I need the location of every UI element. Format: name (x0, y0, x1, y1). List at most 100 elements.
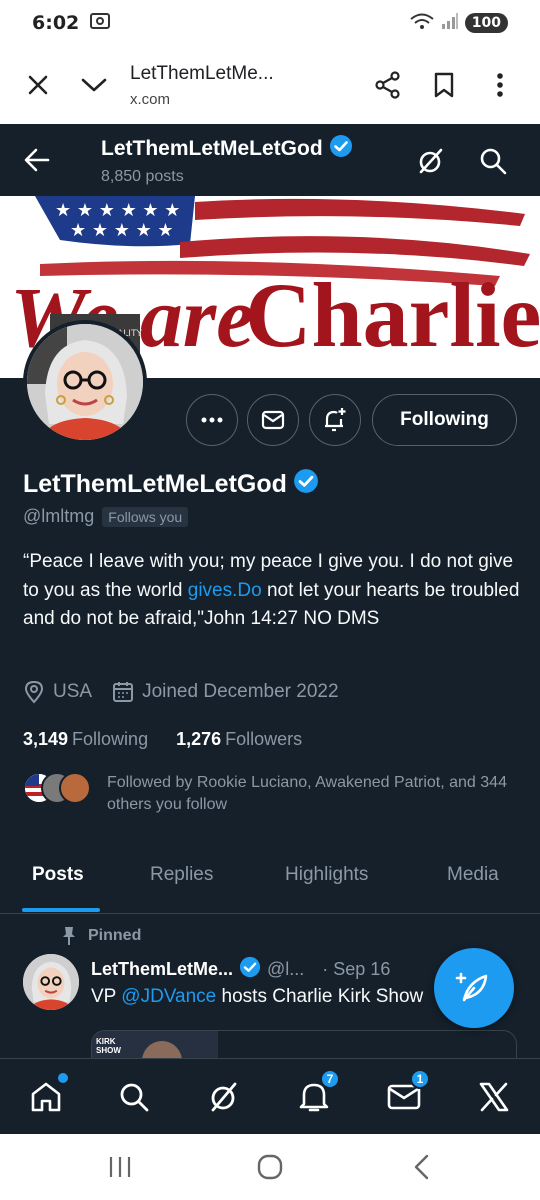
mutual-avatars (23, 772, 93, 806)
post-mention[interactable]: @JDVance (121, 986, 216, 1007)
following-button[interactable]: Following (372, 394, 517, 446)
followed-by-text: Followed by Rookie Luciano, Awakened Pat… (107, 774, 507, 813)
location-item: USA (23, 680, 92, 704)
profile-header: LetThemLetMeLetGod 8,850 posts (0, 124, 540, 196)
pinned-label: Pinned (88, 927, 142, 944)
following-count: 3,149 (23, 729, 69, 749)
header-title: LetThemLetMeLetGod (101, 134, 353, 164)
post-text[interactable]: VP @JDVance hosts Charlie Kirk Show (91, 986, 451, 1008)
compose-post-button[interactable] (434, 948, 514, 1028)
home-icon (31, 1082, 61, 1112)
browser-page-title: LetThemLetMe... (130, 62, 274, 84)
more-horizontal-icon (201, 417, 223, 423)
following-stat[interactable]: 3,149 Following (23, 729, 148, 750)
grok-icon (211, 1082, 237, 1112)
nav-grok[interactable] (202, 1075, 246, 1119)
pin-icon (63, 927, 75, 945)
profile-display-name: LetThemLetMeLetGod (23, 470, 287, 498)
handle-row: @lmltmg Follows you (23, 506, 189, 527)
banner-text-charlie: Charlie (245, 264, 540, 366)
post-text-start: VP (91, 986, 122, 1007)
battery-indicator: 100 (464, 13, 508, 33)
tab-highlights[interactable]: Highlights (285, 864, 368, 886)
joined-item: Joined December 2022 (112, 681, 339, 703)
nav-x[interactable] (472, 1075, 516, 1119)
active-tab-indicator (22, 908, 100, 912)
bio-link[interactable]: gives.Do (188, 580, 262, 601)
status-bar: 6:02 100 (0, 0, 540, 46)
calendar-icon (113, 682, 134, 702)
joined-text: Joined December 2022 (142, 681, 339, 702)
nav-home[interactable] (24, 1073, 68, 1119)
card-thumbnail-label: KIRK SHOW (96, 1037, 121, 1055)
notify-button[interactable] (309, 394, 361, 446)
browser-url: x.com (130, 90, 171, 108)
profile-meta: USA Joined December 2022 (23, 680, 359, 704)
browser-title-block[interactable]: LetThemLetMe... x.com (130, 63, 310, 108)
share-icon[interactable] (368, 65, 408, 105)
location-pin-icon (24, 680, 44, 704)
post-author-name[interactable]: LetThemLetMe... (91, 959, 233, 980)
follow-stats: 3,149 Following 1,276 Followers (23, 729, 330, 750)
profile-avatar[interactable] (23, 320, 147, 444)
followed-by-row[interactable]: Followed by Rookie Luciano, Awakened Pat… (23, 772, 517, 816)
more-vertical-icon[interactable] (480, 65, 520, 105)
bell-plus-icon (325, 408, 346, 432)
notifications-badge: 7 (320, 1069, 340, 1089)
following-word: Following (72, 729, 149, 749)
signal-icon (441, 12, 459, 34)
tab-replies[interactable]: Replies (150, 864, 213, 886)
followers-stat[interactable]: 1,276 Followers (176, 729, 302, 750)
post-header: LetThemLetMe... @l... · Sep 16 (91, 956, 390, 983)
messages-badge: 1 (410, 1069, 430, 1089)
followers-count: 1,276 (176, 729, 222, 749)
tab-posts[interactable]: Posts (32, 864, 84, 886)
envelope-icon (261, 410, 285, 430)
recents-icon[interactable] (100, 1152, 140, 1182)
back-arrow-icon[interactable] (22, 146, 52, 174)
profile-tabs: Posts Replies Highlights Media (0, 850, 540, 914)
status-time: 6:02 (32, 12, 80, 34)
post-text-end: hosts Charlie Kirk Show (216, 986, 424, 1007)
mutual-avatar (59, 772, 91, 804)
svg-text:★ ★ ★ ★ ★ ★: ★ ★ ★ ★ ★ ★ (55, 200, 180, 221)
x-logo-icon (479, 1082, 509, 1112)
followers-word: Followers (225, 729, 303, 749)
search-icon[interactable] (478, 146, 508, 176)
verified-badge-icon (293, 468, 319, 501)
nav-notifications[interactable]: 7 (292, 1069, 340, 1119)
profile-display-name-row: LetThemLetMeLetGod (23, 468, 319, 501)
profile-handle: @lmltmg (23, 506, 95, 526)
chevron-down-icon[interactable] (74, 65, 114, 105)
home-button-icon[interactable] (250, 1152, 290, 1182)
verified-badge-icon (329, 134, 353, 164)
home-unread-dot (58, 1073, 68, 1083)
pinned-label-row: Pinned (60, 926, 141, 946)
verified-badge-icon (239, 956, 261, 983)
close-icon[interactable] (18, 65, 58, 105)
search-icon (120, 1083, 149, 1112)
compose-feather-icon (455, 972, 488, 1002)
post-date[interactable]: · Sep 16 (322, 959, 390, 980)
tab-media[interactable]: Media (447, 864, 499, 886)
location-text: USA (53, 681, 93, 702)
follows-you-badge: Follows you (102, 506, 189, 527)
header-post-count: 8,850 posts (101, 168, 184, 185)
profile-bio: “Peace I leave with you; my peace I give… (23, 548, 523, 634)
browser-toolbar: LetThemLetMe... x.com (0, 46, 540, 124)
message-button[interactable] (247, 394, 299, 446)
post-avatar[interactable] (23, 954, 79, 1010)
header-name: LetThemLetMeLetGod (101, 137, 323, 160)
nav-messages[interactable]: 1 (382, 1069, 430, 1119)
wifi-icon (409, 11, 435, 35)
bookmark-icon[interactable] (424, 65, 464, 105)
post-author-handle: @l... (267, 959, 305, 979)
grok-icon[interactable] (416, 146, 446, 176)
more-options-button[interactable] (186, 394, 238, 446)
screenshot-icon (89, 11, 111, 35)
bottom-navigation: 7 1 (0, 1058, 540, 1134)
nav-search[interactable] (112, 1075, 156, 1119)
system-navigation-bar (0, 1134, 540, 1200)
back-icon[interactable] (402, 1152, 442, 1182)
svg-text:★ ★ ★ ★ ★: ★ ★ ★ ★ ★ (70, 220, 174, 241)
